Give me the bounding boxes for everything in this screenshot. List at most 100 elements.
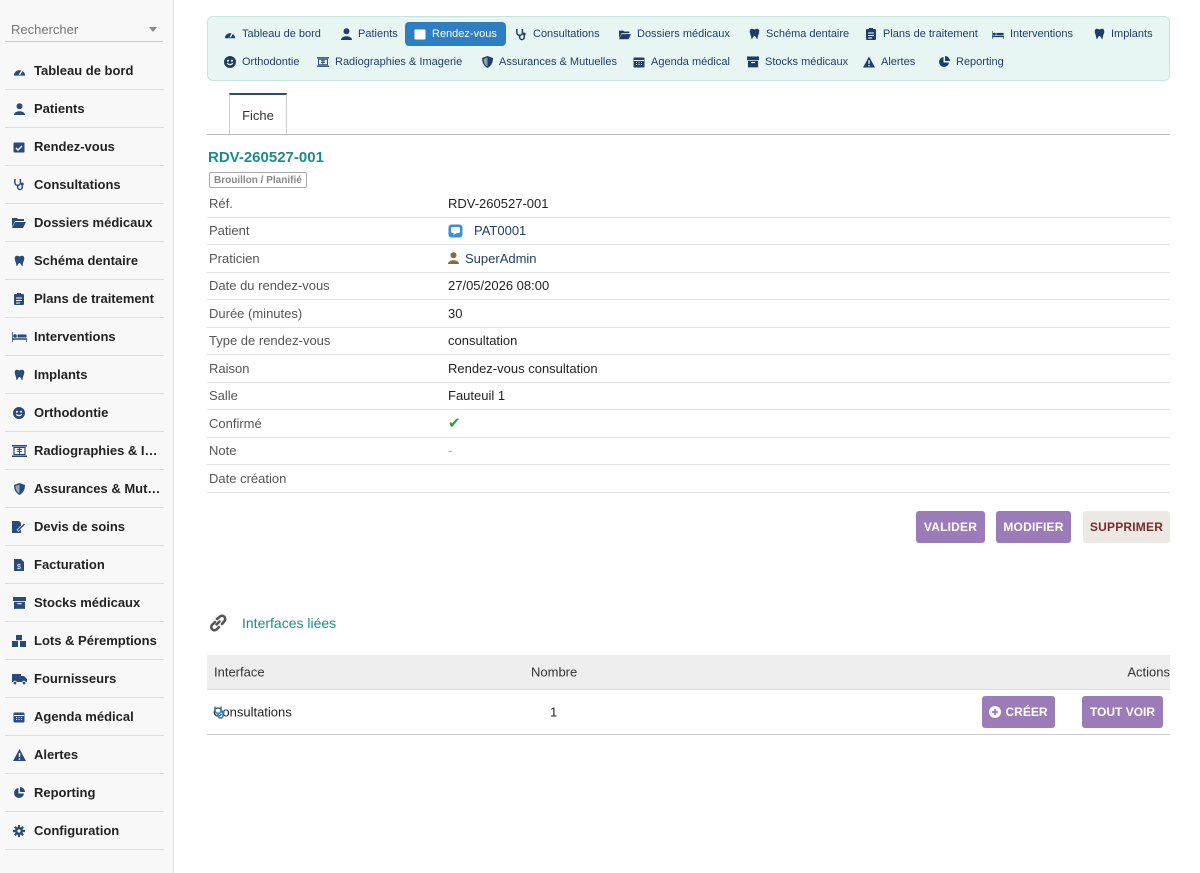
tab-row2-3[interactable]: Agenda médical: [624, 50, 739, 74]
tab-row2-0[interactable]: Orthodontie: [215, 50, 308, 74]
search-box[interactable]: [5, 18, 163, 42]
field-row: Salle Fauteuil 1: [207, 383, 1170, 410]
field-row: Raison Rendez-vous consultation: [207, 355, 1170, 383]
search-input[interactable]: [5, 18, 145, 40]
field-label: Salle: [209, 388, 238, 404]
field-label: Patient: [209, 223, 250, 239]
sidebar-item-19[interactable]: Reporting: [5, 774, 164, 812]
sidebar-item-10[interactable]: Radiographies & Imagerie: [5, 432, 164, 470]
view-all-button[interactable]: TOUT VOIR: [1082, 696, 1163, 728]
tab-label: Patients: [358, 28, 398, 40]
empty-value: -: [448, 443, 453, 459]
tab-row1-0[interactable]: Tableau de bord: [215, 22, 330, 46]
folder-open-icon: [11, 215, 27, 231]
tab-row1-4[interactable]: Dossiers médicaux: [610, 22, 739, 46]
sidebar-item-9[interactable]: Orthodontie: [5, 394, 164, 432]
create-button[interactable]: CRÉER: [982, 696, 1055, 728]
sidebar-item-17[interactable]: Agenda médical: [5, 698, 164, 736]
boxes-icon: [11, 633, 27, 649]
sidebar-item-2[interactable]: Rendez-vous: [5, 128, 164, 166]
tab-fiche[interactable]: Fiche: [229, 93, 287, 135]
sidebar-item-label: Lots & Péremptions: [34, 633, 157, 648]
sidebar-item-label: Stocks médicaux: [34, 595, 141, 610]
clipboard-icon: [865, 28, 877, 40]
box-icon: [747, 56, 759, 68]
tab-label: Stocks médicaux: [765, 56, 849, 68]
tab-row1-6[interactable]: Plans de traitement: [856, 22, 987, 46]
record-title: RDV-260527-001: [208, 149, 324, 166]
sidebar-item-16[interactable]: Fournisseurs: [5, 660, 164, 698]
check-icon: ✔: [448, 415, 461, 433]
sidebar-item-6[interactable]: Plans de traitement: [5, 280, 164, 318]
field-value: -: [448, 443, 452, 458]
sidebar: Tableau de bord Patients Rendez-vous Consul…: [0, 0, 174, 873]
truck-icon: [11, 671, 27, 687]
tab-row2-4[interactable]: Stocks médicaux: [738, 50, 857, 74]
smile-icon: [224, 56, 236, 68]
stethoscope-icon: [213, 705, 226, 719]
sidebar-item-11[interactable]: Assurances & Mutuelles: [5, 470, 164, 508]
tab-row1-2[interactable]: Rendez-vous: [405, 22, 506, 46]
tab-row1-1[interactable]: Patients: [331, 22, 407, 46]
sidebar-item-13[interactable]: $ Facturation: [5, 546, 164, 584]
tab-label: Implants: [1111, 28, 1153, 40]
calendar-check-icon: [11, 139, 27, 155]
sidebar-item-0[interactable]: Tableau de bord: [5, 52, 164, 90]
tab-row2-5[interactable]: Alertes: [854, 50, 924, 74]
tab-row1-8[interactable]: Implants: [1084, 22, 1162, 46]
header-interface: Interface: [214, 664, 265, 680]
field-row: Réf. RDV-260527-001: [207, 190, 1170, 218]
field-value: PAT0001: [448, 223, 526, 238]
sidebar-item-4[interactable]: Dossiers médicaux: [5, 204, 164, 242]
sidebar-item-14[interactable]: Stocks médicaux: [5, 584, 164, 622]
field-label: Confirmé: [209, 415, 262, 431]
tab-label: Alertes: [881, 56, 916, 68]
user-link[interactable]: SuperAdmin: [465, 251, 537, 266]
linked-interfaces-table: Interface Nombre Actions Consultations 1…: [207, 655, 1170, 735]
tab-row1-5[interactable]: Schéma dentaire: [739, 22, 858, 46]
chevron-down-icon[interactable]: [149, 27, 157, 32]
tooth-icon: [1093, 28, 1105, 40]
tab-row2-2[interactable]: Assurances & Mutuelles: [472, 50, 626, 74]
sidebar-item-8[interactable]: Implants: [5, 356, 164, 394]
tab-row2-1[interactable]: Radiographies & Imagerie: [308, 50, 471, 74]
tab-row1-3[interactable]: Consultations: [506, 22, 609, 46]
field-row: Praticien SuperAdmin: [207, 245, 1170, 273]
modify-button[interactable]: MODIFIER: [996, 511, 1071, 543]
field-row: Confirmé ✔: [207, 410, 1170, 438]
sidebar-item-1[interactable]: Patients: [5, 90, 164, 128]
sidebar-item-5[interactable]: Schéma dentaire: [5, 242, 164, 280]
sidebar-item-label: Alertes: [34, 747, 79, 762]
delete-button[interactable]: SUPPRIMER: [1083, 511, 1170, 543]
file-signature-icon: [11, 519, 27, 535]
field-value: RDV-260527-001: [448, 195, 549, 211]
sidebar-item-15[interactable]: Lots & Péremptions: [5, 622, 164, 660]
tab-label: Agenda médical: [651, 56, 730, 68]
tab-label: Reporting: [956, 56, 1004, 68]
tab-row2-6[interactable]: Reporting: [929, 50, 1013, 74]
sidebar-item-18[interactable]: Alertes: [5, 736, 164, 774]
field-label: Praticien: [209, 250, 260, 266]
patient-icon: [448, 224, 463, 238]
field-row: Date du rendez-vous 27/05/2026 08:00: [207, 273, 1170, 300]
sidebar-item-label: Facturation: [34, 557, 105, 572]
field-value: Rendez-vous consultation: [448, 360, 598, 376]
sidebar-item-7[interactable]: Interventions: [5, 318, 164, 356]
stethoscope-icon: [11, 177, 27, 193]
field-row: Date création: [207, 465, 1170, 493]
sidebar-item-label: Implants: [34, 367, 88, 382]
sidebar-item-20[interactable]: Configuration: [5, 812, 164, 850]
folder-open-icon: [619, 28, 631, 40]
stethoscope-icon: [515, 28, 527, 40]
sidebar-item-12[interactable]: Devis de soins: [5, 508, 164, 546]
dashboard-icon: [11, 63, 27, 79]
invoice-icon: $: [11, 557, 27, 573]
sidebar-item-3[interactable]: Consultations: [5, 166, 164, 204]
user-icon: [448, 252, 459, 265]
patient-link[interactable]: PAT0001: [474, 223, 526, 238]
field-row: Note -: [207, 438, 1170, 465]
tab-row1-7[interactable]: Interventions: [983, 22, 1082, 46]
status-badge: Brouillon / Planifié: [209, 172, 307, 188]
field-label: Raison: [209, 360, 250, 376]
validate-button[interactable]: VALIDER: [916, 511, 985, 543]
